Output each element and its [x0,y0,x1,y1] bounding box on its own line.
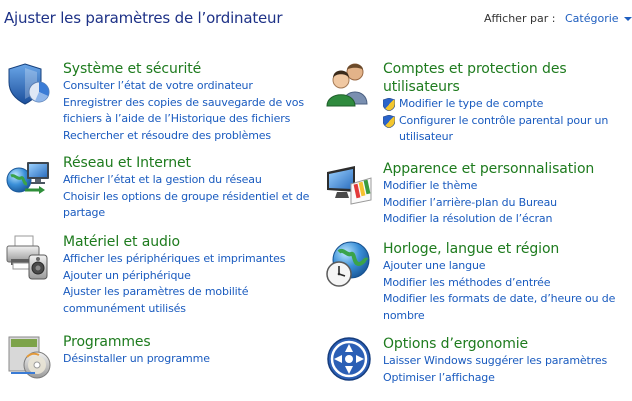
view-by-label: Afficher par : [484,12,556,25]
link-label: Configurer le contrôle parental pour un … [399,113,609,144]
link-change-resolution[interactable]: Modifier la résolution de l’écran [383,211,625,228]
shield-pie-icon[interactable] [5,60,53,108]
category-title[interactable]: Réseau et Internet [63,154,310,172]
uac-shield-icon [383,114,395,128]
monitor-palette-icon[interactable] [325,160,373,208]
link-input-methods[interactable]: Modifier les méthodes d’entrée [383,275,625,292]
link-change-theme[interactable]: Modifier le thème [383,178,625,195]
header: Ajuster les paramètres de l’ordinateur A… [0,0,632,40]
link-view-computer-status[interactable]: Consulter l’état de votre ordinateur [63,78,310,95]
link-add-device[interactable]: Ajouter un périphérique [63,268,310,285]
link-troubleshoot[interactable]: Rechercher et résoudre des problèmes [63,128,310,145]
link-uninstall-program[interactable]: Désinstaller un programme [63,351,310,368]
link-file-history-backup[interactable]: Enregistrer des copies de sauvegarde de … [63,95,310,128]
link-date-time-formats[interactable]: Modifier les formats de date, d’heure ou… [383,291,625,324]
category-title[interactable]: Options d’ergonomie [383,335,625,353]
ease-of-access-icon[interactable] [325,335,373,383]
category-title[interactable]: Matériel et audio [63,233,310,251]
programs-box-icon[interactable] [5,333,53,381]
users-icon[interactable] [325,60,373,108]
page-title: Ajuster les paramètres de l’ordinateur [4,9,283,27]
link-suggest-settings[interactable]: Laisser Windows suggérer les paramètres [383,353,625,370]
link-mobility-settings[interactable]: Ajuster les paramètres de mobilité commu… [63,284,310,317]
link-devices-printers[interactable]: Afficher les périphériques et imprimante… [63,251,310,268]
category-title[interactable]: Horloge, langue et région [383,240,625,258]
view-by-dropdown[interactable]: Catégorie [565,12,632,25]
category-title[interactable]: Comptes et protection des utilisateurs [383,60,625,96]
link-optimize-display[interactable]: Optimiser l’affichage [383,370,625,387]
link-network-status[interactable]: Afficher l’état et la gestion du réseau [63,172,310,189]
chevron-down-icon [623,17,632,21]
category-title[interactable]: Programmes [63,333,310,351]
link-change-desktop-background[interactable]: Modifier l’arrière-plan du Bureau [383,195,625,212]
category-title[interactable]: Apparence et personnalisation [383,160,625,178]
printer-speaker-icon[interactable] [5,233,53,281]
network-globe-icon[interactable] [5,154,53,202]
link-parental-controls[interactable]: Configurer le contrôle parental pour un … [383,113,625,146]
view-by-value: Catégorie [565,12,619,25]
link-add-language[interactable]: Ajouter une langue [383,258,625,275]
uac-shield-icon [383,98,395,111]
link-label: Modifier le type de compte [399,97,544,110]
link-change-account-type[interactable]: Modifier le type de compte [383,96,625,113]
category-title[interactable]: Système et sécurité [63,60,310,78]
clock-globe-icon[interactable] [325,240,373,288]
link-homegroup-sharing[interactable]: Choisir les options de groupe résidentie… [63,189,310,222]
